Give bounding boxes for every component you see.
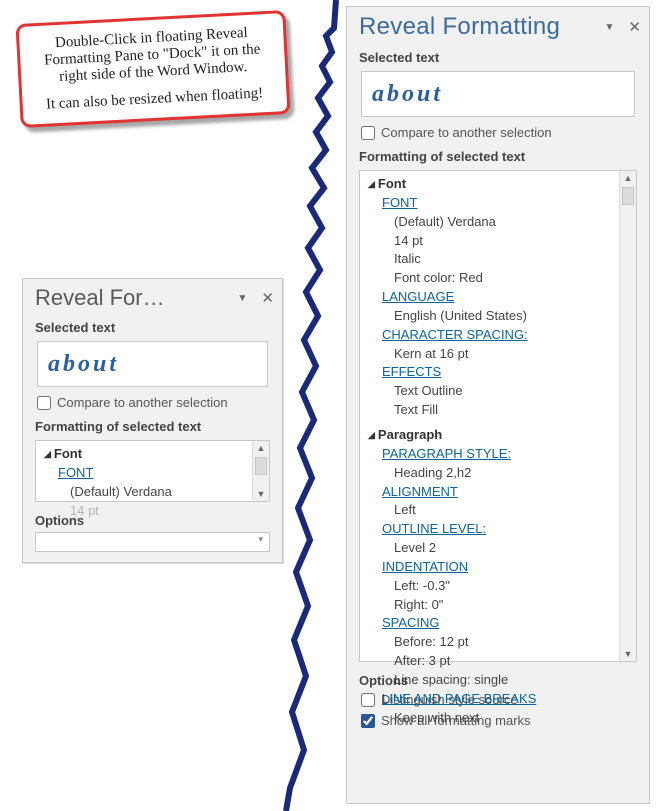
alignment-value: Left bbox=[368, 501, 618, 520]
font-size-value: 14 pt bbox=[44, 502, 251, 521]
selected-text-heading: Selected text bbox=[347, 47, 649, 69]
scroll-thumb[interactable] bbox=[622, 187, 634, 205]
instruction-note: Double-Click in floating Reveal Formatti… bbox=[15, 10, 290, 128]
note-line2: It can also be resized when floating! bbox=[34, 85, 275, 115]
scroll-down-icon[interactable]: ▼ bbox=[257, 487, 266, 501]
scrollbar[interactable]: ▲ ▼ bbox=[252, 441, 269, 501]
pane-menu-dropdown[interactable]: ▼ bbox=[605, 22, 615, 33]
spacing-link[interactable]: SPACING bbox=[382, 615, 440, 630]
font-link[interactable]: FONT bbox=[58, 465, 93, 480]
compare-checkbox[interactable] bbox=[361, 126, 375, 140]
pane-title: Reveal For… bbox=[35, 285, 165, 311]
reveal-formatting-pane-docked: Reveal Formatting ▼ ✕ Selected text abou… bbox=[346, 6, 650, 804]
font-group-header[interactable]: ◢Font bbox=[368, 175, 618, 194]
font-italic-value: Italic bbox=[368, 250, 618, 269]
scroll-thumb[interactable] bbox=[255, 457, 267, 475]
pane-connector-zigzag bbox=[276, 0, 344, 811]
effect-fill: Text Fill bbox=[368, 401, 618, 420]
indentation-link[interactable]: INDENTATION bbox=[382, 559, 468, 574]
keep-with-next-value: Keep with next bbox=[368, 709, 618, 728]
effects-link[interactable]: EFFECTS bbox=[382, 364, 441, 379]
compare-checkbox[interactable] bbox=[37, 396, 51, 410]
spacing-before-value: Before: 12 pt bbox=[368, 633, 618, 652]
compare-checkbox-row[interactable]: Compare to another selection bbox=[23, 395, 282, 416]
options-dropdown[interactable] bbox=[35, 532, 270, 552]
indent-right-value: Right: 0" bbox=[368, 596, 618, 615]
scrollbar[interactable]: ▲ ▼ bbox=[619, 171, 636, 661]
compare-label: Compare to another selection bbox=[381, 125, 552, 140]
selected-text-display: about bbox=[361, 71, 635, 117]
formatting-tree-box: ◢Font FONT (Default) Verdana 14 pt ▲ ▼ bbox=[35, 440, 270, 502]
scroll-up-icon[interactable]: ▲ bbox=[257, 441, 266, 455]
compare-label: Compare to another selection bbox=[57, 395, 228, 410]
close-icon[interactable]: ✕ bbox=[261, 289, 274, 307]
paragraph-group-header[interactable]: ◢Paragraph bbox=[368, 426, 618, 445]
close-icon[interactable]: ✕ bbox=[628, 18, 641, 36]
reveal-formatting-pane-floating: Reveal For… ▼ ✕ Selected text about Comp… bbox=[22, 278, 283, 563]
outline-level-link[interactable]: OUTLINE LEVEL: bbox=[382, 521, 486, 536]
character-spacing-value: Kern at 16 pt bbox=[368, 345, 618, 364]
line-spacing-value: Line spacing: single bbox=[368, 671, 618, 690]
font-color-value: Font color: Red bbox=[368, 269, 618, 288]
scroll-down-icon[interactable]: ▼ bbox=[624, 647, 633, 661]
line-page-breaks-link[interactable]: LINE AND PAGE BREAKS bbox=[382, 691, 536, 706]
font-default-value: (Default) Verdana bbox=[44, 483, 251, 502]
font-default-value: (Default) Verdana bbox=[368, 213, 618, 232]
indent-left-value: Left: -0.3" bbox=[368, 577, 618, 596]
formatting-heading: Formatting of selected text bbox=[347, 146, 649, 168]
note-line1: Double-Click in floating Reveal Formatti… bbox=[31, 24, 273, 87]
compare-checkbox-row[interactable]: Compare to another selection bbox=[347, 125, 649, 146]
pane-menu-dropdown[interactable]: ▼ bbox=[238, 293, 248, 304]
font-size-value: 14 pt bbox=[368, 232, 618, 251]
effect-outline: Text Outline bbox=[368, 382, 618, 401]
paragraph-style-value: Heading 2,h2 bbox=[368, 464, 618, 483]
formatting-heading: Formatting of selected text bbox=[23, 416, 282, 438]
paragraph-style-link[interactable]: PARAGRAPH STYLE: bbox=[382, 446, 511, 461]
selected-text-display: about bbox=[37, 341, 268, 387]
alignment-link[interactable]: ALIGNMENT bbox=[382, 484, 458, 499]
font-link[interactable]: FONT bbox=[382, 195, 417, 210]
selected-text-heading: Selected text bbox=[23, 317, 282, 339]
formatting-tree-box: ◢Font FONT (Default) Verdana 14 pt Itali… bbox=[359, 170, 637, 662]
spacing-after-value: After: 3 pt bbox=[368, 652, 618, 671]
character-spacing-link[interactable]: CHARACTER SPACING: bbox=[382, 327, 528, 342]
outline-level-value: Level 2 bbox=[368, 539, 618, 558]
language-value: English (United States) bbox=[368, 307, 618, 326]
scroll-up-icon[interactable]: ▲ bbox=[624, 171, 633, 185]
font-group-header[interactable]: ◢Font bbox=[44, 445, 251, 464]
pane-title: Reveal Formatting bbox=[359, 13, 560, 41]
language-link[interactable]: LANGUAGE bbox=[382, 289, 454, 304]
